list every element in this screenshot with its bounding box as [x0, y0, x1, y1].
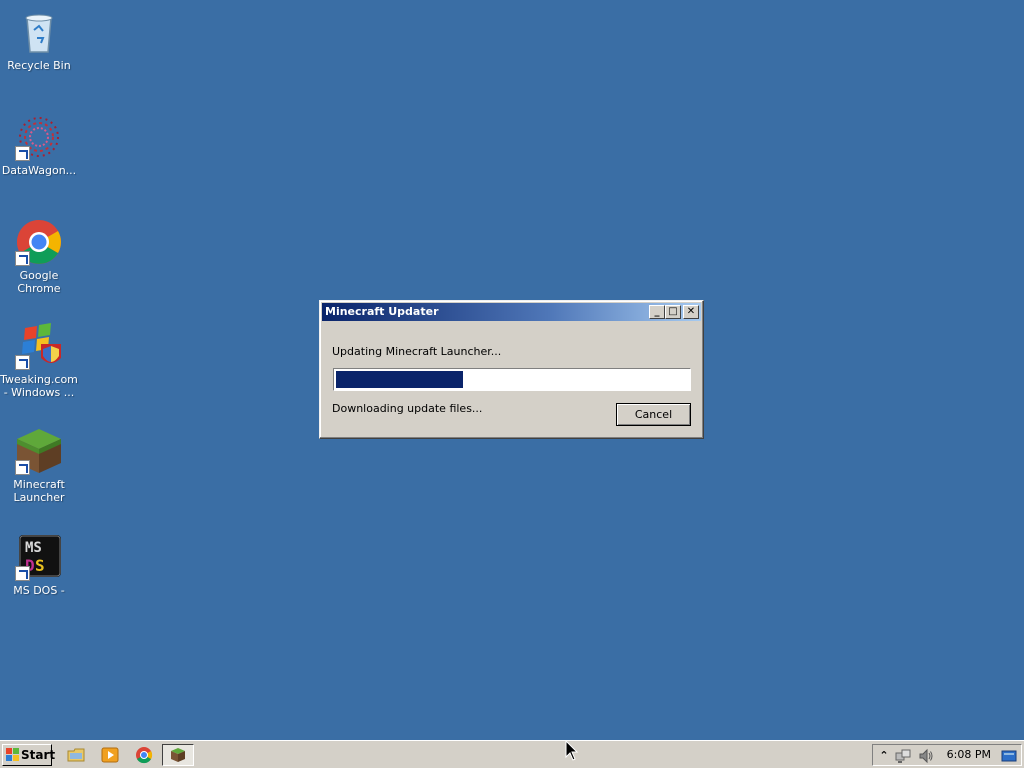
desktop-icon-label: Google Chrome	[17, 269, 61, 295]
svg-text:S: S	[35, 556, 45, 575]
desktop-icon-label: MS DOS -	[13, 584, 65, 597]
desktop-icon-tweaking[interactable]: Tweaking.com - Windows ...	[0, 322, 78, 399]
progress-bar-fill	[336, 371, 463, 388]
media-player-icon[interactable]	[101, 746, 119, 764]
start-button[interactable]: Start	[2, 744, 56, 766]
desktop-icon-minecraft[interactable]: Minecraft Launcher	[0, 427, 78, 504]
taskbar-clock[interactable]: 6:08 PM	[947, 745, 991, 765]
desktop-icon-chrome[interactable]: Google Chrome	[0, 218, 78, 295]
volume-icon[interactable]	[918, 748, 934, 764]
desktop-icon-label: DataWagon...	[1, 164, 77, 177]
tweaking-icon	[15, 322, 63, 370]
minimize-button[interactable]: _	[649, 305, 665, 319]
show-desktop-icon[interactable]	[1001, 748, 1017, 764]
minecraft-icon	[171, 748, 185, 762]
desktop-icon-msdos[interactable]: MS S D MS DOS -	[0, 533, 78, 597]
file-explorer-icon[interactable]	[67, 746, 85, 764]
start-label: Start	[21, 748, 56, 762]
shortcut-arrow-icon	[15, 251, 30, 266]
status-text: Updating Minecraft Launcher...	[332, 345, 502, 358]
chrome-icon[interactable]	[135, 746, 153, 764]
datawagon-icon	[15, 113, 63, 161]
cancel-button[interactable]: Cancel	[616, 403, 691, 426]
dialog-title: Minecraft Updater	[325, 305, 439, 318]
desktop-icon-label: Recycle Bin	[7, 59, 71, 72]
shortcut-arrow-icon	[15, 566, 30, 581]
mouse-cursor-icon	[565, 740, 579, 761]
chrome-icon	[15, 218, 63, 266]
desktop-icon-datawagon[interactable]: DataWagon...	[0, 113, 78, 177]
shortcut-arrow-icon	[15, 355, 30, 370]
taskbar-window-minecraft[interactable]	[162, 744, 194, 766]
updater-dialog: Minecraft Updater _ □ ✕ Updating Minecra…	[319, 300, 704, 439]
window-controls: _ □ ✕	[649, 305, 699, 319]
desktop-icon-recycle-bin[interactable]: Recycle Bin	[0, 8, 78, 72]
detail-text: Downloading update files...	[332, 402, 483, 415]
network-icon[interactable]	[895, 748, 911, 764]
maximize-button[interactable]: □	[665, 305, 681, 319]
shortcut-arrow-icon	[15, 146, 30, 161]
taskbar: Start ⌃ 6:08 PM	[0, 740, 1024, 768]
msdos-icon: MS S D	[15, 533, 63, 581]
shortcut-arrow-icon	[15, 460, 30, 475]
recycle-bin-icon	[15, 8, 63, 56]
system-tray: ⌃ 6:08 PM	[872, 744, 1022, 766]
svg-text:MS: MS	[25, 540, 42, 556]
desktop-icon-label: Tweaking.com - Windows ...	[0, 373, 78, 399]
close-button[interactable]: ✕	[683, 305, 699, 319]
progress-bar	[333, 368, 691, 391]
tray-expand-button[interactable]: ⌃	[876, 748, 892, 764]
dialog-titlebar[interactable]: Minecraft Updater _ □ ✕	[322, 303, 701, 321]
windows-flag-icon	[6, 748, 19, 761]
desktop-icon-label: Minecraft Launcher	[13, 478, 65, 504]
minecraft-icon	[15, 427, 63, 475]
